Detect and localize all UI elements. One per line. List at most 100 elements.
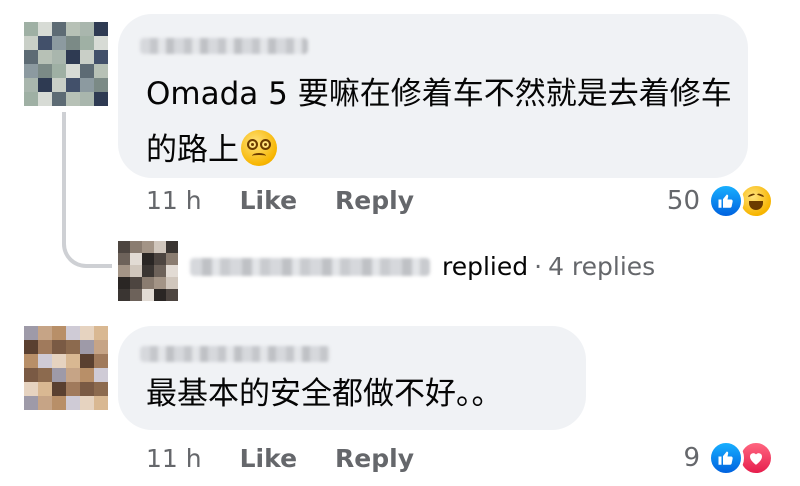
avatar-pixel [66,92,80,106]
avatar-pixel [142,241,154,253]
avatar-pixel [24,78,38,92]
avatar-pixel [142,277,154,289]
avatar-pixel [38,92,52,106]
avatar-pixel [118,289,130,301]
avatar-pixel [94,22,108,36]
avatar-pixel [154,253,166,265]
avatar-pixel [94,368,108,382]
avatar-pixel [24,22,38,36]
avatar-pixel [24,382,38,396]
avatar-pixel [94,92,108,106]
avatar-pixel [24,368,38,382]
like-button[interactable]: Like [240,186,297,215]
reaction-count: 50 [666,186,700,216]
replier-name-redacted [190,257,430,276]
thread-connector [62,112,112,268]
avatar-pixel [80,64,94,78]
comment-timestamp[interactable]: 11 h [146,444,202,473]
avatar[interactable] [24,22,108,106]
avatar-pixel [24,326,38,340]
like-icon [708,183,744,219]
avatar-pixel [66,64,80,78]
avatar-pixel [38,354,52,368]
comment-bubble: Omada 5 要嘛在修着车不然就是去着修车的路上 [118,14,748,178]
replier-avatar[interactable] [118,241,178,301]
avatar-pixel [94,396,108,410]
reaction-summary[interactable]: 50 [667,183,774,219]
comment-timestamp[interactable]: 11 h [146,186,202,215]
avatar-pixel [94,36,108,50]
avatar-pixel [166,253,178,265]
avatar-pixel [66,22,80,36]
avatar-pixel [80,368,94,382]
avatar-pixel [52,50,66,64]
avatar-pixel [142,289,154,301]
avatar-pixel [66,368,80,382]
avatar-pixel [52,92,66,106]
comment-text: Omada 5 要嘛在修着车不然就是去着修车的路上 [146,66,736,178]
avatar-pixel [154,241,166,253]
avatar-pixel [80,22,94,36]
avatar-pixel [24,340,38,354]
avatar-pixel [130,289,142,301]
avatar-pixel [154,289,166,301]
avatar-pixel [38,326,52,340]
avatar[interactable] [24,326,108,410]
replies-count[interactable]: 4 replies [548,252,655,281]
avatar-pixel [80,92,94,106]
avatar-pixel [166,265,178,277]
avatar-pixel [166,241,178,253]
avatar-pixel [130,253,142,265]
avatar-pixel [66,50,80,64]
avatar-pixel [154,265,166,277]
avatar-pixel [52,368,66,382]
avatar-pixel [80,326,94,340]
avatar-pixel [66,78,80,92]
avatar-pixel [52,382,66,396]
dizzy-face-icon [241,130,277,166]
comment-actions: 11 h Like Reply [146,186,414,215]
avatar-pixel [118,241,130,253]
avatar-pixel [118,265,130,277]
avatar-pixel [94,50,108,64]
avatar-pixel [80,382,94,396]
avatar-pixel [154,277,166,289]
avatar-pixel [80,36,94,50]
avatar-pixel [52,78,66,92]
comment-body: Omada 5 要嘛在修着车不然就是去着修车的路上 [146,76,732,168]
avatar-pixel [66,396,80,410]
commenter-name-redacted[interactable] [140,346,330,362]
separator: · [534,252,543,281]
avatar-pixel [52,22,66,36]
avatar-pixel [24,64,38,78]
avatar-pixel [38,50,52,64]
like-icon [708,440,744,476]
avatar-pixel [24,36,38,50]
avatar-pixel [24,50,38,64]
avatar-pixel [66,326,80,340]
reaction-summary[interactable]: 9 [683,440,774,476]
commenter-name-redacted[interactable] [140,38,308,54]
avatar-pixel [142,253,154,265]
reply-button[interactable]: Reply [335,186,414,215]
avatar-pixel [52,396,66,410]
avatar-pixel [38,64,52,78]
comment-thread: Omada 5 要嘛在修着车不然就是去着修车的路上 11 h Like Repl… [0,0,800,486]
avatar-pixel [52,36,66,50]
comment-bubble: 最基本的安全都做不好。。 [118,326,586,430]
avatar-pixel [130,241,142,253]
like-button[interactable]: Like [240,444,297,473]
view-replies-link[interactable]: replied · 4 replies [190,252,655,281]
avatar-pixel [94,382,108,396]
avatar-pixel [80,50,94,64]
avatar-pixel [80,78,94,92]
reaction-count: 9 [683,443,700,473]
reply-button[interactable]: Reply [335,444,414,473]
avatar-pixel [94,78,108,92]
avatar-pixel [94,64,108,78]
avatar-pixel [166,289,178,301]
comment-text: 最基本的安全都做不好。。 [146,376,503,412]
avatar-pixel [38,382,52,396]
avatar-pixel [80,340,94,354]
avatar-pixel [52,64,66,78]
